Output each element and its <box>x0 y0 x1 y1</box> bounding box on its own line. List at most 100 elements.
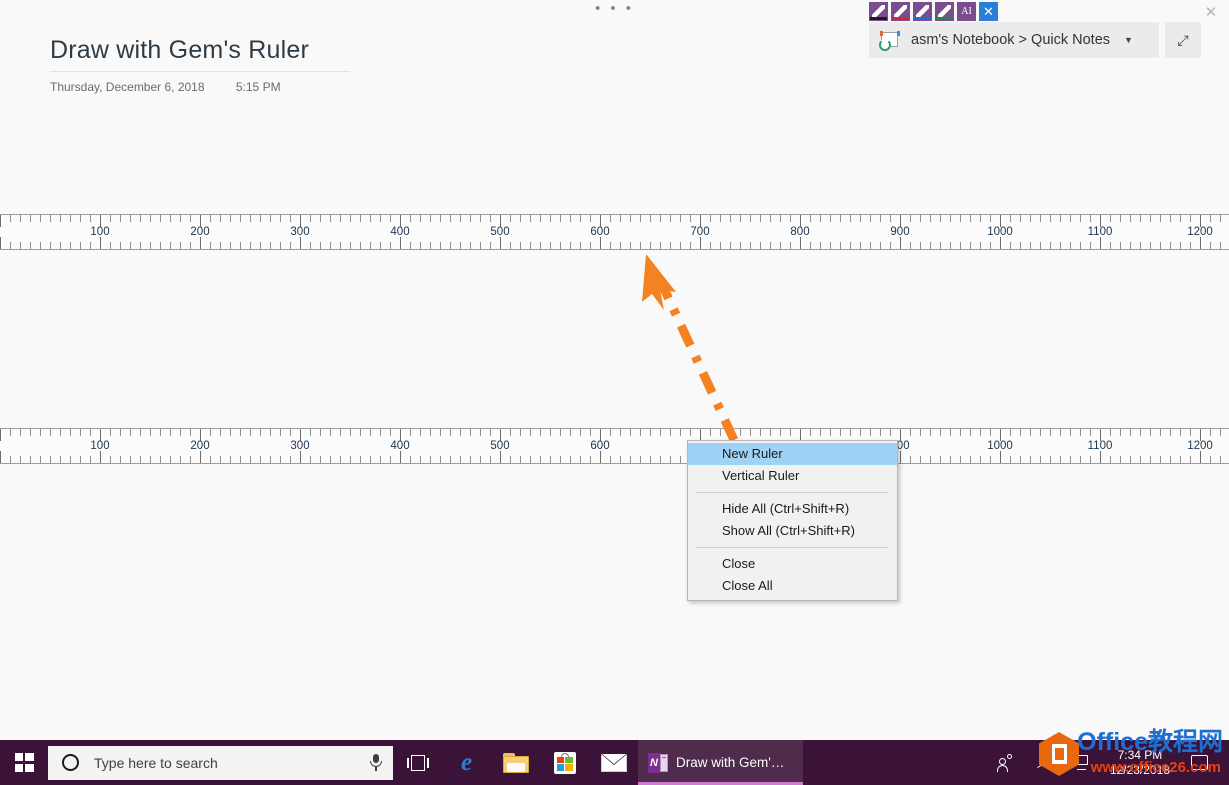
ruler-minor-tick <box>440 242 441 249</box>
ruler-major-tick <box>1200 451 1201 463</box>
ruler-minor-tick <box>670 242 671 249</box>
ruler-minor-tick <box>1180 456 1181 463</box>
ruler-minor-tick <box>420 456 421 463</box>
note-title-block: Draw with Gem's Ruler Thursday, December… <box>50 36 350 94</box>
ruler-minor-tick <box>410 242 411 249</box>
ruler-minor-tick <box>450 215 451 222</box>
ruler-minor-tick <box>210 242 211 249</box>
ruler-minor-tick <box>980 456 981 463</box>
ai-select-icon[interactable]: AI <box>957 2 976 21</box>
ruler-minor-tick <box>230 429 231 436</box>
ruler-minor-tick <box>510 429 511 436</box>
chevron-down-icon[interactable]: ▼ <box>1124 35 1133 45</box>
ruler-minor-tick <box>1150 429 1151 436</box>
microsoft-store-button[interactable] <box>540 740 589 785</box>
ruler-minor-tick <box>240 429 241 436</box>
context-menu-item[interactable]: Hide All (Ctrl+Shift+R) <box>688 498 897 520</box>
ruler-context-menu[interactable]: New Ruler Vertical Ruler Hide All (Ctrl+Sh… <box>687 440 898 601</box>
microphone-icon[interactable] <box>369 753 383 772</box>
page-title[interactable]: Draw with Gem's Ruler <box>50 36 350 71</box>
ruler-minor-tick <box>740 215 741 222</box>
ruler-label: 200 <box>190 226 210 238</box>
context-menu-item[interactable]: Show All (Ctrl+Shift+R) <box>688 520 897 542</box>
context-menu-item[interactable]: New Ruler <box>688 443 897 465</box>
ruler-minor-tick <box>280 242 281 249</box>
ruler-minor-tick <box>350 215 351 222</box>
ruler-minor-tick <box>1060 215 1061 222</box>
ruler-minor-tick <box>820 242 821 249</box>
taskbar-task-onenote[interactable]: N Draw with Gem's R... <box>638 740 803 785</box>
ruler-minor-tick <box>710 429 711 436</box>
ruler-minor-tick <box>990 429 991 436</box>
expand-button[interactable]: ⤢ <box>1165 22 1201 58</box>
ruler-minor-tick <box>1090 242 1091 249</box>
window-close-icon[interactable]: ✕ <box>1199 2 1223 22</box>
ruler-minor-tick <box>750 429 751 436</box>
context-menu-item[interactable]: Vertical Ruler <box>688 465 897 487</box>
ruler-minor-tick <box>1010 215 1011 222</box>
taskbar-apps: e N Draw with Gem's R... <box>393 740 803 785</box>
ruler-minor-tick <box>610 242 611 249</box>
ruler-minor-tick <box>220 215 221 222</box>
people-button[interactable] <box>986 740 1026 785</box>
edge-button[interactable]: e <box>442 740 491 785</box>
ruler-minor-tick <box>1080 456 1081 463</box>
ruler-minor-tick <box>480 456 481 463</box>
search-input[interactable]: Type here to search <box>48 745 393 780</box>
ruler-minor-tick <box>880 429 881 436</box>
ruler-minor-tick <box>160 215 161 222</box>
ruler-minor-tick <box>1050 242 1051 249</box>
file-explorer-button[interactable] <box>491 740 540 785</box>
ruler-minor-tick <box>750 242 751 249</box>
ruler-minor-tick <box>210 456 211 463</box>
toolbar-close-icon[interactable]: ✕ <box>979 2 998 21</box>
action-center-button[interactable] <box>1180 740 1225 785</box>
ruler-minor-tick <box>20 242 21 249</box>
context-menu-item[interactable]: Close <box>688 553 897 575</box>
ruler-minor-tick <box>1160 242 1161 249</box>
ruler-minor-tick <box>460 215 461 222</box>
pen-blue-button[interactable] <box>913 2 932 21</box>
ruler-minor-tick <box>490 456 491 463</box>
task-view-button[interactable] <box>393 740 442 785</box>
ruler-minor-tick <box>450 456 451 463</box>
ruler-minor-tick <box>560 242 561 249</box>
ruler-minor-tick <box>970 429 971 436</box>
clock[interactable]: 7:34 PM 12/23/2018 <box>1100 748 1180 778</box>
notebook-picker[interactable]: asm's Notebook > Quick Notes ▼ <box>869 22 1159 58</box>
ruler-minor-tick <box>340 429 341 436</box>
ruler-minor-tick <box>920 242 921 249</box>
ruler-minor-tick <box>550 215 551 222</box>
ruler-minor-tick <box>360 456 361 463</box>
mail-button[interactable] <box>589 740 638 785</box>
pen-red-button[interactable] <box>891 2 910 21</box>
pen-red-swatch <box>892 17 909 20</box>
overflow-dots-icon[interactable]: • • • <box>0 1 1229 16</box>
pen-green-button[interactable] <box>935 2 954 21</box>
ruler-minor-tick <box>370 242 371 249</box>
clock-date: 12/23/2018 <box>1109 762 1170 777</box>
ruler-minor-tick <box>1140 242 1141 249</box>
ruler-minor-tick <box>580 429 581 436</box>
ruler-major-tick <box>1000 237 1001 249</box>
ruler-minor-tick <box>790 242 791 249</box>
context-menu-separator <box>696 547 889 548</box>
ruler-major-tick <box>1100 451 1101 463</box>
ruler-minor-tick <box>110 456 111 463</box>
network-button[interactable] <box>1060 740 1100 785</box>
ruler-major-tick <box>100 237 101 249</box>
context-menu-item[interactable]: Close All <box>688 575 897 597</box>
ruler-minor-tick <box>1060 242 1061 249</box>
pen-black-button[interactable] <box>869 2 888 21</box>
ruler-label: 100 <box>90 440 110 452</box>
ruler-minor-tick <box>760 215 761 222</box>
show-hidden-icons-button[interactable]: ︿ <box>1026 740 1060 785</box>
ruler-minor-tick <box>650 429 651 436</box>
ruler-minor-tick <box>970 215 971 222</box>
start-button[interactable] <box>0 740 48 785</box>
ruler-minor-tick <box>910 429 911 436</box>
gem-ruler-horizontal-2[interactable]: 100200300400500600700800900100011001200 <box>0 428 1229 464</box>
store-icon <box>553 751 576 774</box>
ruler-minor-tick <box>550 456 551 463</box>
gem-ruler-horizontal-1[interactable]: 100 200 300 400 500 600 700 800 900 1000 1100 1200 <box>0 214 1229 250</box>
